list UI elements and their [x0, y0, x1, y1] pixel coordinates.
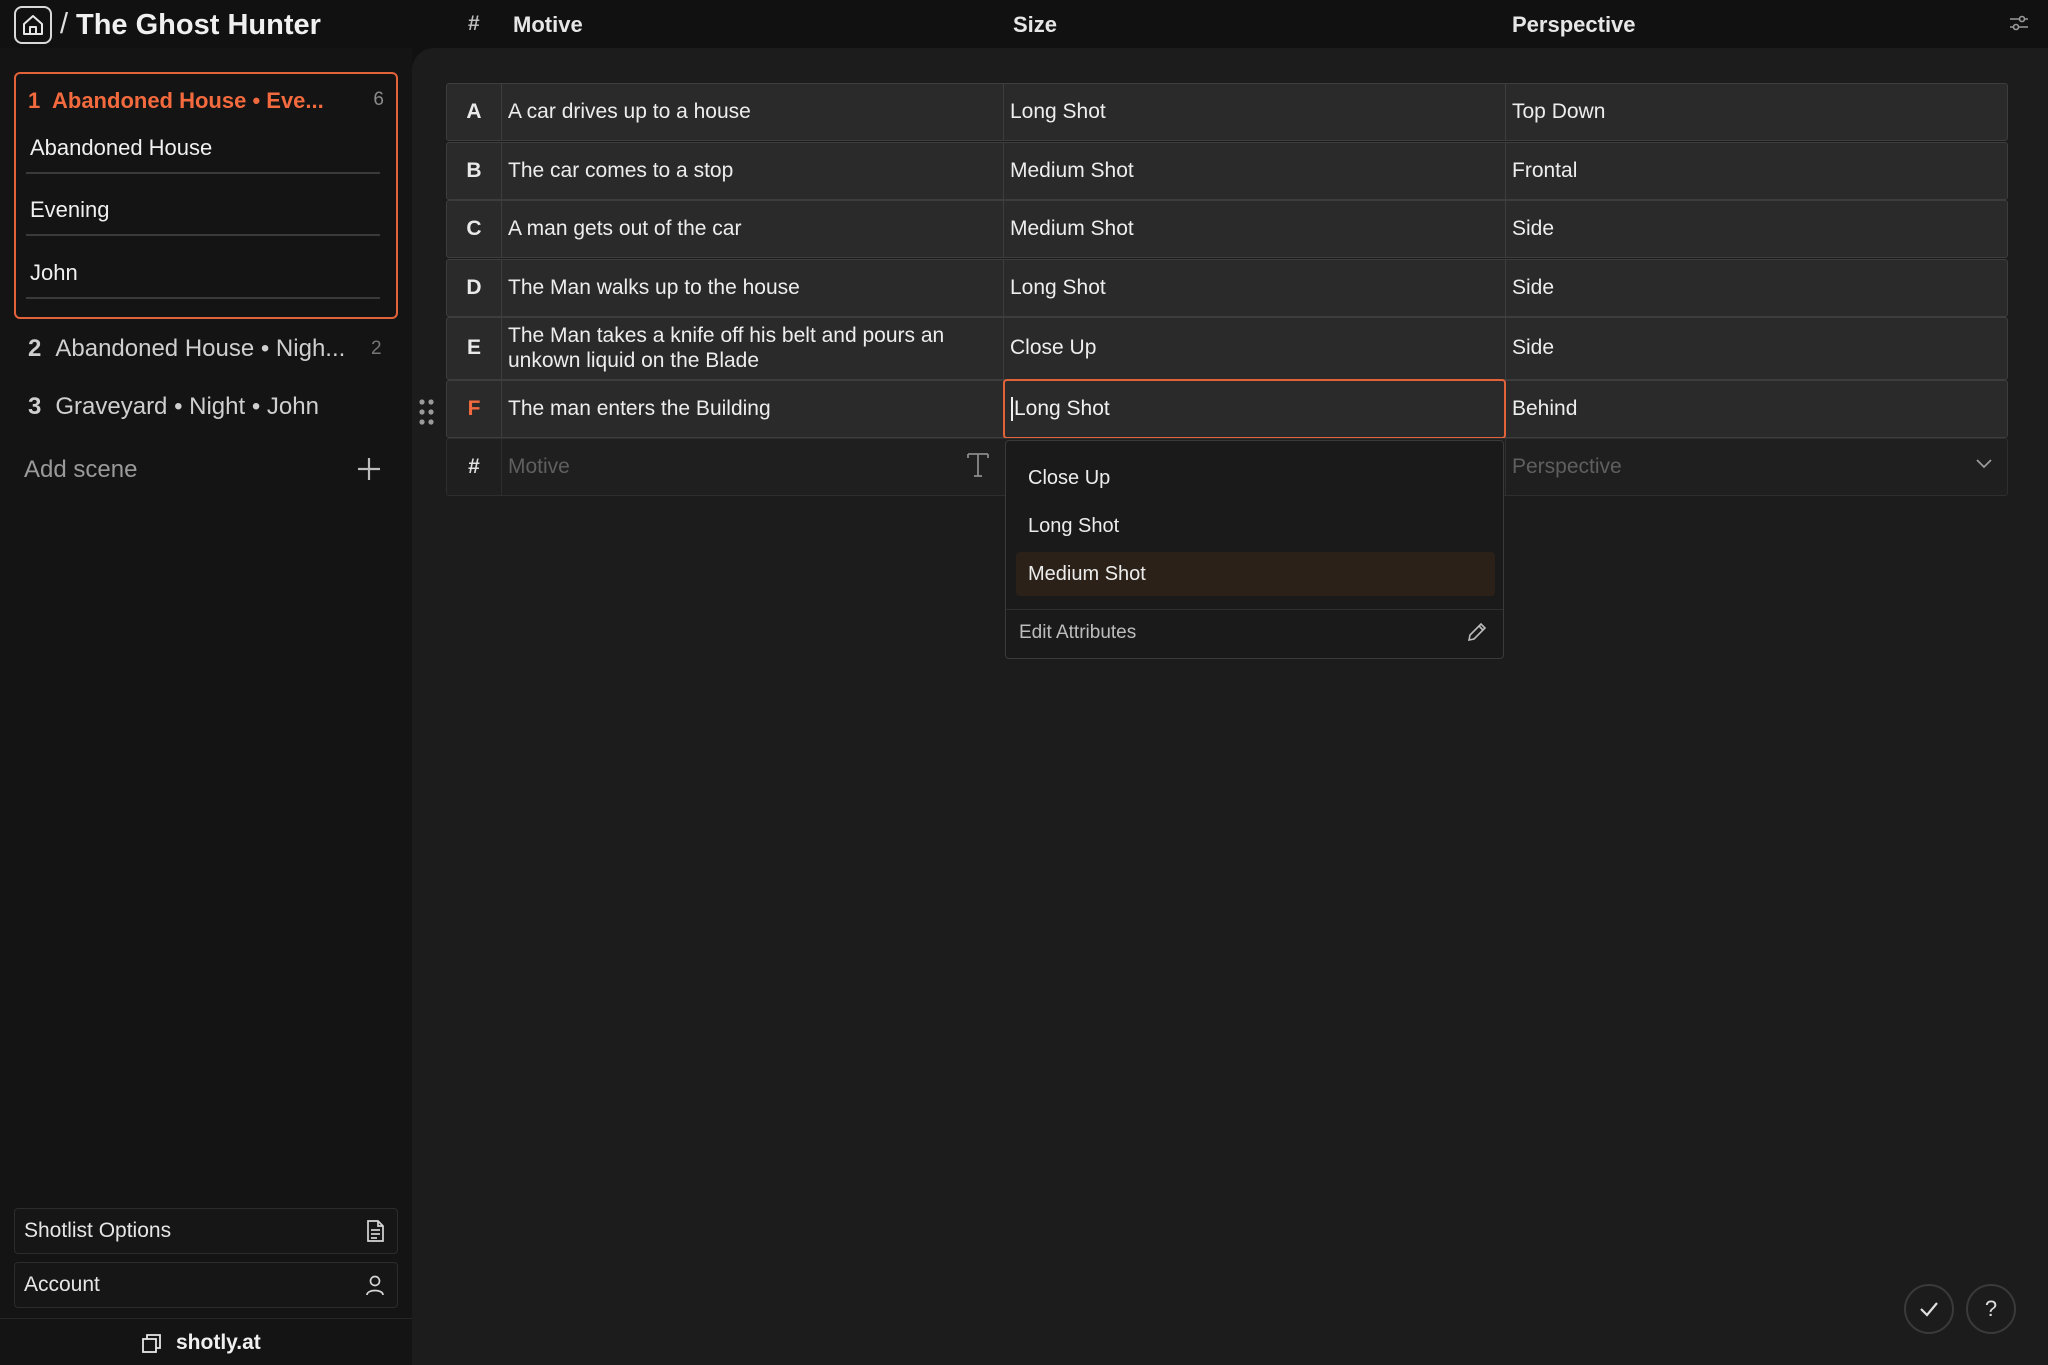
- shot-letter: C: [466, 216, 482, 240]
- shot-letter: E: [466, 336, 481, 360]
- column-header-number: #: [468, 12, 480, 35]
- confirm-button[interactable]: [1904, 1284, 1954, 1334]
- dropdown-divider: [1006, 609, 1503, 610]
- scene-number: 1: [28, 88, 41, 113]
- home-button[interactable]: [14, 6, 52, 44]
- shot-motive-cell[interactable]: The car comes to a stop: [501, 143, 1003, 199]
- account-label: Account: [24, 1273, 100, 1296]
- column-header-motive[interactable]: Motive: [513, 12, 583, 38]
- shot-size-cell[interactable]: Medium Shot: [1003, 201, 1505, 257]
- scene-item-3[interactable]: 3 Graveyard • Night • John: [28, 393, 319, 421]
- shot-perspective-cell[interactable]: Side: [1505, 260, 2009, 316]
- scene-item-active[interactable]: 1 Abandoned House • Eve... 6 Abandoned H…: [14, 72, 398, 319]
- shot-size-cell[interactable]: Long Shot: [1003, 260, 1505, 316]
- size-dropdown-menu: Close Up Long Shot Medium Shot Edit Attr…: [1005, 440, 1504, 659]
- scene-attribute-time[interactable]: Evening: [26, 188, 380, 236]
- shot-motive-cell[interactable]: A car drives up to a house: [501, 84, 1003, 140]
- user-icon: [366, 1275, 384, 1296]
- scene-number: 2: [28, 335, 42, 362]
- document-icon: [367, 1220, 384, 1242]
- pencil-icon[interactable]: [1466, 621, 1488, 643]
- shot-letter: F: [467, 396, 481, 420]
- shot-row[interactable]: A A car drives up to a house Long Shot T…: [446, 83, 2008, 141]
- dropdown-option-medium-shot[interactable]: Medium Shot: [1016, 552, 1495, 596]
- shot-row[interactable]: D The Man walks up to the house Long Sho…: [446, 259, 2008, 317]
- shot-motive-cell[interactable]: The Man walks up to the house: [501, 260, 1003, 316]
- text-caret: [1011, 397, 1013, 422]
- scene-shot-count: 2: [371, 338, 382, 359]
- help-label: ?: [1984, 1296, 1998, 1321]
- account-button[interactable]: Account: [14, 1262, 398, 1308]
- scene-title: Abandoned House • Nigh...: [55, 335, 346, 362]
- brand-link[interactable]: shotly.at: [176, 1331, 261, 1355]
- checkmark-icon: [1920, 1302, 1938, 1317]
- column-header-perspective[interactable]: Perspective: [1512, 12, 1636, 38]
- shot-letter: D: [466, 275, 482, 299]
- shot-motive-cell[interactable]: A man gets out of the car: [501, 201, 1003, 257]
- shot-size-cell[interactable]: Long Shot: [1003, 84, 1505, 140]
- shot-size-cell[interactable]: Medium Shot: [1003, 143, 1505, 199]
- column-header-size[interactable]: Size: [1013, 12, 1057, 38]
- shot-motive-cell[interactable]: The Man takes a knife off his belt and p…: [501, 318, 1003, 379]
- shot-size-cell[interactable]: Close Up: [1003, 318, 1505, 379]
- shot-letter: A: [466, 99, 482, 123]
- shotly-logo-icon: [142, 1334, 161, 1353]
- edit-attributes-button[interactable]: Edit Attributes: [1019, 622, 1136, 644]
- shot-letter: B: [466, 158, 482, 182]
- shot-perspective-cell[interactable]: Side: [1505, 318, 2009, 379]
- shot-size-value: Long Shot: [1014, 397, 1110, 420]
- dropdown-option-long-shot[interactable]: Long Shot: [1016, 504, 1495, 548]
- column-settings-icon[interactable]: [2008, 12, 2030, 34]
- top-bar: / The Ghost Hunter # Motive Size Perspec…: [0, 0, 2048, 48]
- plus-icon[interactable]: [356, 456, 382, 482]
- new-shot-motive-input[interactable]: Motive: [501, 439, 1003, 495]
- footer: shotly.at: [0, 1318, 412, 1365]
- chevron-down-icon[interactable]: [1974, 456, 1994, 472]
- home-icon: [23, 15, 43, 35]
- shot-motive-cell[interactable]: The man enters the Building: [501, 381, 1003, 437]
- shot-perspective-cell[interactable]: Behind: [1505, 381, 2009, 437]
- shot-size-input-active[interactable]: Long Shot: [1003, 379, 1506, 439]
- new-shot-hash: #: [468, 455, 480, 478]
- text-type-icon: [967, 453, 989, 477]
- scene-shot-count: 6: [373, 89, 384, 110]
- shot-perspective-cell[interactable]: Frontal: [1505, 143, 2009, 199]
- shot-row[interactable]: E The Man takes a knife off his belt and…: [446, 317, 2008, 380]
- new-shot-perspective-select[interactable]: Perspective: [1505, 439, 2009, 495]
- drag-handle-icon[interactable]: [418, 398, 436, 426]
- project-title[interactable]: The Ghost Hunter: [76, 9, 321, 42]
- scene-title: Graveyard • Night • John: [55, 393, 319, 420]
- scene-attribute-character[interactable]: John: [26, 251, 380, 299]
- dropdown-option-close-up[interactable]: Close Up: [1016, 456, 1495, 500]
- help-button[interactable]: ?: [1966, 1284, 2016, 1334]
- shotlist-options-button[interactable]: Shotlist Options: [14, 1208, 398, 1254]
- breadcrumb-separator: /: [60, 8, 69, 40]
- scene-number: 3: [28, 393, 42, 420]
- scene-attribute-location[interactable]: Abandoned House: [26, 126, 380, 174]
- shot-row[interactable]: C A man gets out of the car Medium Shot …: [446, 200, 2008, 258]
- shot-perspective-cell[interactable]: Top Down: [1505, 84, 2009, 140]
- add-scene-button[interactable]: Add scene: [24, 456, 137, 484]
- shot-row[interactable]: B The car comes to a stop Medium Shot Fr…: [446, 142, 2008, 200]
- shotlist-options-label: Shotlist Options: [24, 1219, 172, 1242]
- scene-item-2[interactable]: 2 Abandoned House • Nigh...: [28, 335, 345, 363]
- scene-title: Abandoned House • Eve...: [52, 88, 324, 113]
- shot-perspective-cell[interactable]: Side: [1505, 201, 2009, 257]
